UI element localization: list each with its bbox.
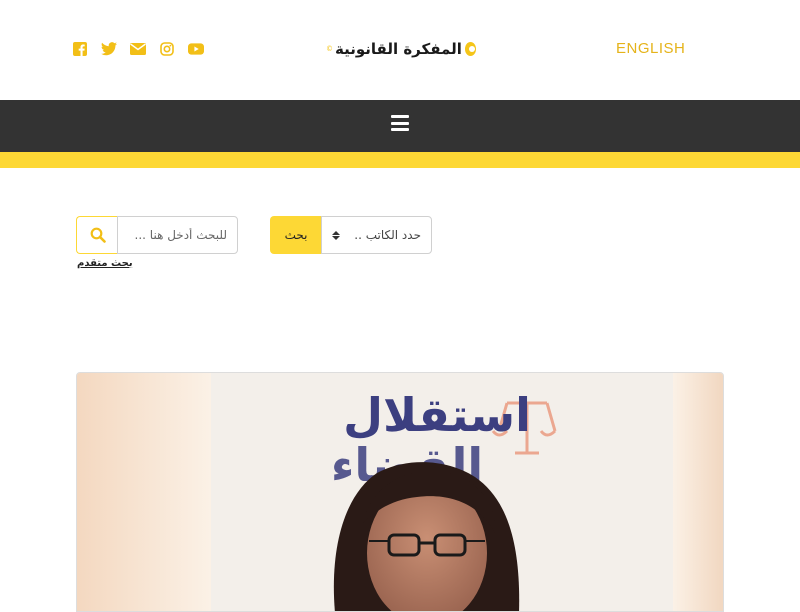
author-select-value: حدد الكاتب .. <box>354 228 421 242</box>
language-switch-link[interactable]: ENGLISH <box>616 40 685 57</box>
search-icon <box>90 227 106 243</box>
sort-arrows-icon <box>332 230 340 240</box>
banner-text-line-1: استقلال <box>343 388 531 442</box>
author-search-submit-button[interactable]: بحث <box>270 216 322 254</box>
search-button[interactable] <box>76 216 118 254</box>
author-select[interactable]: حدد الكاتب .. <box>321 216 432 254</box>
envelope-icon[interactable] <box>130 41 146 57</box>
twitter-icon[interactable] <box>101 41 117 57</box>
social-links <box>72 40 204 58</box>
youtube-icon[interactable] <box>188 41 204 57</box>
search-input[interactable] <box>117 216 238 254</box>
featured-article-card[interactable]: استقلال القضاء <box>76 372 724 612</box>
facebook-icon[interactable] <box>72 41 88 57</box>
logo-mark-icon <box>464 42 476 56</box>
site-logo[interactable]: المفكرة القانونية © <box>326 37 476 61</box>
top-header: المفكرة القانونية © ENGLISH <box>0 0 800 100</box>
logo-tag: © <box>326 45 333 53</box>
featured-image[interactable]: استقلال القضاء <box>77 373 723 611</box>
advanced-search-link[interactable]: بحث متقدم <box>77 258 133 269</box>
logo-text: المفكرة القانونية <box>335 40 462 58</box>
instagram-icon[interactable] <box>159 41 175 57</box>
accent-strip <box>0 152 800 168</box>
hamburger-icon[interactable] <box>391 115 409 131</box>
